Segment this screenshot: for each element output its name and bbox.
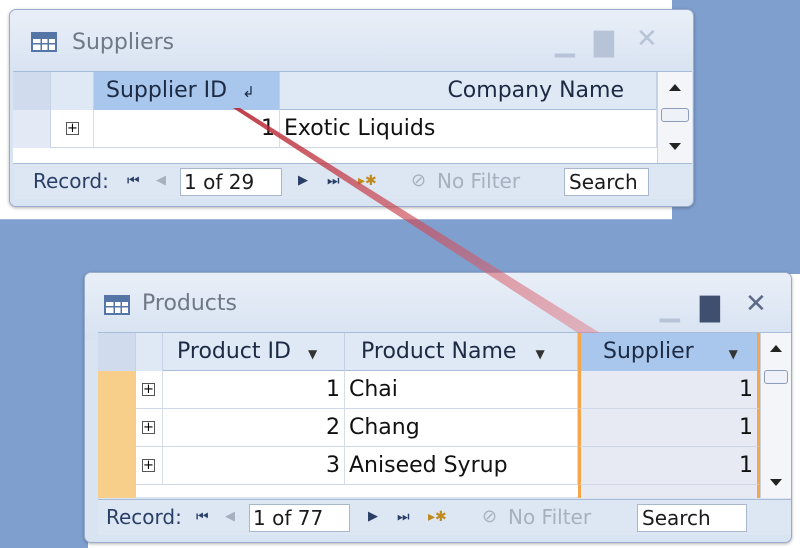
row-selector[interactable] [98, 371, 136, 409]
row-selector [98, 485, 136, 498]
first-record-icon[interactable]: ⏮ [196, 500, 209, 534]
vertical-scrollbar[interactable] [657, 72, 692, 169]
scroll-thumb[interactable] [661, 108, 689, 122]
suppliers-window: Suppliers ▁ ▇ ✕ Supplier ID ↲ Company Na… [9, 9, 694, 207]
current-record-field[interactable]: 1 of 77 [249, 504, 350, 532]
no-filter-button[interactable]: No Filter [437, 164, 520, 198]
column-header-product-name[interactable]: Product Name ▼ [345, 333, 578, 371]
table-icon [31, 32, 57, 52]
row-selector-strip [51, 72, 94, 110]
table-icon [104, 295, 130, 315]
scroll-down-icon[interactable] [770, 479, 782, 486]
expand-icon[interactable]: + [142, 383, 155, 396]
product-name-cell[interactable]: Chang [345, 409, 578, 447]
expand-cell: + [136, 409, 163, 447]
record-label: Record: [33, 169, 109, 193]
filter-icon[interactable]: ⊘ [411, 164, 426, 198]
maximize-icon[interactable]: ▇ [700, 293, 720, 323]
search-box[interactable]: Search [564, 168, 649, 196]
column-header-label: Supplier ID [106, 78, 228, 103]
column-header-company-name[interactable]: Company Name [280, 72, 657, 110]
column-header-label: Product Name [361, 339, 517, 364]
column-header-supplier-id[interactable]: Supplier ID ↲ [94, 72, 280, 110]
suppliers-record-navigator: Record: ⏮ ◀ 1 of 29 ▶ ⏭ ▸✱ ⊘ No Filter S… [13, 163, 692, 199]
chevron-down-icon[interactable]: ▼ [308, 347, 317, 361]
expand-icon[interactable]: + [66, 122, 79, 135]
close-icon[interactable]: ✕ [745, 289, 767, 319]
row-selector[interactable] [13, 110, 51, 148]
products-datasheet: Product ID ▼ Product Name ▼ Supplier ▼ +… [98, 332, 791, 498]
close-icon[interactable]: ✕ [636, 24, 658, 54]
expand-cell: + [51, 110, 94, 148]
scroll-thumb[interactable] [764, 370, 788, 384]
product-id-cell[interactable]: 2 [163, 409, 345, 447]
supplier-cell[interactable]: 1 [578, 409, 760, 447]
prev-record-icon[interactable]: ◀ [156, 164, 166, 198]
supplier-cell-partial [578, 485, 760, 498]
products-record-navigator: Record: ⏮ ◀ 1 of 77 ▶ ⏭ ▸✱ ⊘ No Filter S… [98, 499, 791, 535]
column-header-label: Supplier [603, 339, 694, 364]
next-record-icon[interactable]: ▶ [298, 164, 308, 198]
column-header-label: Company Name [447, 78, 624, 103]
select-all-corner[interactable] [13, 72, 51, 110]
products-window: Products ▁ ▇ ✕ Product ID ▼ Product Name… [84, 272, 792, 543]
product-id-cell[interactable]: 1 [163, 371, 345, 409]
company-name-cell[interactable]: Exotic Liquids [280, 110, 657, 148]
chevron-down-icon[interactable]: ▼ [729, 347, 738, 361]
scroll-up-icon[interactable] [669, 84, 681, 91]
prev-record-icon[interactable]: ◀ [225, 500, 235, 534]
no-filter-button[interactable]: No Filter [508, 500, 591, 534]
maximize-icon[interactable]: ▇ [594, 28, 614, 58]
minimize-icon[interactable]: ▁ [555, 28, 575, 58]
expand-icon[interactable]: + [142, 421, 155, 434]
column-header-product-id[interactable]: Product ID ▼ [163, 333, 345, 371]
scroll-down-icon[interactable] [669, 143, 681, 150]
product-name-cell[interactable]: Aniseed Syrup [345, 447, 578, 485]
filter-icon[interactable]: ⊘ [482, 500, 497, 534]
chevron-down-icon[interactable]: ▼ [535, 347, 544, 361]
last-record-icon[interactable]: ⏭ [397, 500, 410, 534]
record-label: Record: [106, 505, 182, 529]
supplier-id-cell[interactable]: 1 [94, 110, 280, 148]
new-record-icon[interactable]: ▸✱ [428, 500, 447, 534]
row-selector[interactable] [98, 409, 136, 447]
expand-icon[interactable]: + [142, 459, 155, 472]
scroll-up-icon[interactable] [770, 345, 782, 352]
expand-cell: + [136, 371, 163, 409]
search-box[interactable]: Search [637, 504, 747, 532]
suppliers-datasheet: Supplier ID ↲ Company Name + 1 Exotic Li… [13, 71, 692, 169]
row-selector[interactable] [98, 447, 136, 485]
column-header-supplier[interactable]: Supplier ▼ [578, 333, 760, 371]
vertical-scrollbar[interactable] [760, 333, 791, 498]
column-header-label: Product ID [177, 339, 291, 364]
new-record-icon[interactable]: ▸✱ [358, 164, 377, 198]
product-name-cell[interactable]: Chai [345, 371, 578, 409]
last-record-icon[interactable]: ⏭ [327, 164, 340, 198]
expand-cell: + [136, 447, 163, 485]
product-id-cell[interactable]: 3 [163, 447, 345, 485]
next-record-icon[interactable]: ▶ [368, 500, 378, 534]
first-record-icon[interactable]: ⏮ [127, 164, 140, 198]
select-all-corner[interactable] [98, 333, 136, 371]
window-title: Suppliers [72, 30, 175, 55]
current-record-field[interactable]: 1 of 29 [180, 168, 282, 196]
supplier-cell[interactable]: 1 [578, 371, 760, 409]
minimize-icon[interactable]: ▁ [660, 293, 680, 323]
window-title: Products [142, 291, 237, 316]
supplier-cell[interactable]: 1 [578, 447, 760, 485]
row-selector-strip [136, 333, 163, 371]
sort-icon: ↲ [242, 83, 255, 101]
